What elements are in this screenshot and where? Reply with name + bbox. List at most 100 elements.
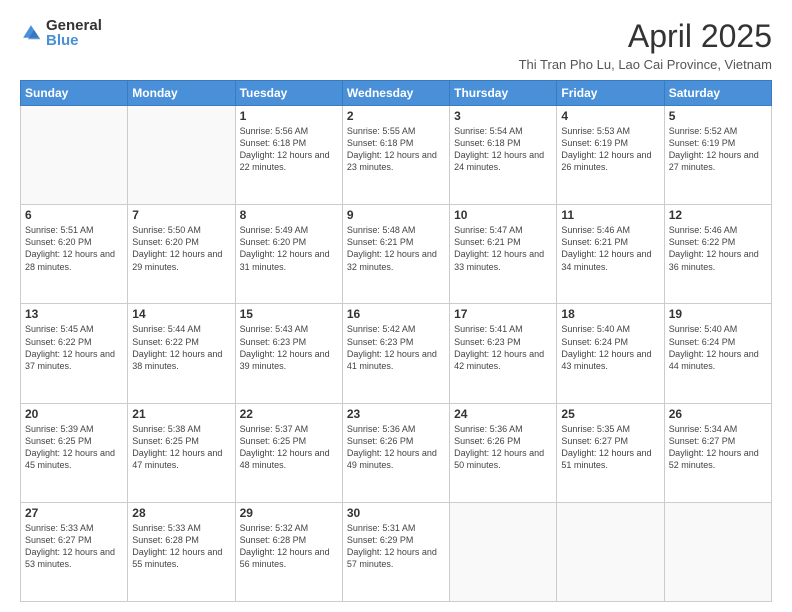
calendar-cell: 20 Sunrise: 5:39 AMSunset: 6:25 PMDayligh… [21,403,128,502]
week-row-3: 13Sunrise: 5:45 AMSunset: 6:22 PMDayligh… [21,304,772,403]
calendar-cell: 15 Sunrise: 5:43 AMSunset: 6:23 PMDayligh… [235,304,342,403]
day-info: Sunrise: 5:43 AMSunset: 6:23 PMDaylight:… [240,323,338,372]
day-number: 14 [132,307,230,321]
calendar-cell: 27Sunrise: 5:33 AMSunset: 6:27 PMDayligh… [21,502,128,601]
calendar-cell: 14 Sunrise: 5:44 AMSunset: 6:22 PMDayligh… [128,304,235,403]
day-info: Sunrise: 5:41 AMSunset: 6:23 PMDaylight:… [454,323,552,372]
day-number: 18 [561,307,659,321]
day-number: 9 [347,208,445,222]
calendar-cell: 21 Sunrise: 5:38 AMSunset: 6:25 PMDayligh… [128,403,235,502]
day-info: Sunrise: 5:33 AMSunset: 6:28 PMDaylight:… [132,522,230,571]
day-number: 30 [347,506,445,520]
day-info: Sunrise: 5:53 AMSunset: 6:19 PMDaylight:… [561,125,659,174]
day-number: 8 [240,208,338,222]
logo-icon [20,22,42,44]
calendar-cell: 10 Sunrise: 5:47 AMSunset: 6:21 PMDayligh… [450,205,557,304]
logo-blue-text: Blue [46,33,102,48]
calendar-cell: 30 Sunrise: 5:31 AMSunset: 6:29 PMDayligh… [342,502,449,601]
day-info: Sunrise: 5:40 AMSunset: 6:24 PMDaylight:… [561,323,659,372]
calendar-cell: 13Sunrise: 5:45 AMSunset: 6:22 PMDayligh… [21,304,128,403]
day-info: Sunrise: 5:40 AMSunset: 6:24 PMDaylight:… [669,323,767,372]
calendar-cell [450,502,557,601]
calendar-header: Sunday Monday Tuesday Wednesday Thursday… [21,81,772,106]
day-info: Sunrise: 5:38 AMSunset: 6:25 PMDaylight:… [132,423,230,472]
calendar-cell: 24 Sunrise: 5:36 AMSunset: 6:26 PMDayligh… [450,403,557,502]
day-info: Sunrise: 5:42 AMSunset: 6:23 PMDaylight:… [347,323,445,372]
calendar-cell: 3Sunrise: 5:54 AMSunset: 6:18 PMDaylight… [450,106,557,205]
day-number: 21 [132,407,230,421]
page: General Blue April 2025 Thi Tran Pho Lu,… [0,0,792,612]
title-area: April 2025 Thi Tran Pho Lu, Lao Cai Prov… [519,18,772,72]
day-info: Sunrise: 5:36 AMSunset: 6:26 PMDaylight:… [454,423,552,472]
calendar-cell: 1Sunrise: 5:56 AMSunset: 6:18 PMDaylight… [235,106,342,205]
calendar-cell [664,502,771,601]
day-info: Sunrise: 5:50 AMSunset: 6:20 PMDaylight:… [132,224,230,273]
day-number: 3 [454,109,552,123]
calendar-cell: 26Sunrise: 5:34 AMSunset: 6:27 PMDayligh… [664,403,771,502]
day-info: Sunrise: 5:39 AMSunset: 6:25 PMDaylight:… [25,423,123,472]
day-number: 29 [240,506,338,520]
day-info: Sunrise: 5:44 AMSunset: 6:22 PMDaylight:… [132,323,230,372]
header-wednesday: Wednesday [342,81,449,106]
header-monday: Monday [128,81,235,106]
day-number: 16 [347,307,445,321]
day-number: 22 [240,407,338,421]
calendar-table: Sunday Monday Tuesday Wednesday Thursday… [20,80,772,602]
calendar-cell: 23 Sunrise: 5:36 AMSunset: 6:26 PMDayligh… [342,403,449,502]
header-sunday: Sunday [21,81,128,106]
day-number: 24 [454,407,552,421]
day-info: Sunrise: 5:35 AMSunset: 6:27 PMDaylight:… [561,423,659,472]
day-info: Sunrise: 5:37 AMSunset: 6:25 PMDaylight:… [240,423,338,472]
day-info: Sunrise: 5:31 AMSunset: 6:29 PMDaylight:… [347,522,445,571]
header-tuesday: Tuesday [235,81,342,106]
week-row-4: 20 Sunrise: 5:39 AMSunset: 6:25 PMDayligh… [21,403,772,502]
day-info: Sunrise: 5:34 AMSunset: 6:27 PMDaylight:… [669,423,767,472]
calendar-cell: 4 Sunrise: 5:53 AMSunset: 6:19 PMDaylight… [557,106,664,205]
day-number: 20 [25,407,123,421]
day-number: 10 [454,208,552,222]
day-info: Sunrise: 5:55 AMSunset: 6:18 PMDaylight:… [347,125,445,174]
logo-general-text: General [46,18,102,33]
calendar-cell: 28 Sunrise: 5:33 AMSunset: 6:28 PMDayligh… [128,502,235,601]
day-number: 7 [132,208,230,222]
day-info: Sunrise: 5:47 AMSunset: 6:21 PMDaylight:… [454,224,552,273]
day-info: Sunrise: 5:36 AMSunset: 6:26 PMDaylight:… [347,423,445,472]
calendar-cell: 2Sunrise: 5:55 AMSunset: 6:18 PMDaylight… [342,106,449,205]
day-info: Sunrise: 5:49 AMSunset: 6:20 PMDaylight:… [240,224,338,273]
day-number: 19 [669,307,767,321]
header: General Blue April 2025 Thi Tran Pho Lu,… [20,18,772,72]
calendar-title: April 2025 [519,18,772,55]
week-row-2: 6Sunrise: 5:51 AMSunset: 6:20 PMDaylight… [21,205,772,304]
calendar-cell [557,502,664,601]
logo: General Blue [20,18,102,48]
day-number: 27 [25,506,123,520]
calendar-cell: 29 Sunrise: 5:32 AMSunset: 6:28 PMDayligh… [235,502,342,601]
day-info: Sunrise: 5:48 AMSunset: 6:21 PMDaylight:… [347,224,445,273]
calendar-cell: 17 Sunrise: 5:41 AMSunset: 6:23 PMDayligh… [450,304,557,403]
day-number: 15 [240,307,338,321]
calendar-cell [21,106,128,205]
calendar-cell: 16 Sunrise: 5:42 AMSunset: 6:23 PMDayligh… [342,304,449,403]
calendar-subtitle: Thi Tran Pho Lu, Lao Cai Province, Vietn… [519,57,772,72]
day-info: Sunrise: 5:52 AMSunset: 6:19 PMDaylight:… [669,125,767,174]
day-number: 11 [561,208,659,222]
header-saturday: Saturday [664,81,771,106]
calendar-cell: 6Sunrise: 5:51 AMSunset: 6:20 PMDaylight… [21,205,128,304]
day-number: 13 [25,307,123,321]
day-number: 12 [669,208,767,222]
calendar-cell: 5Sunrise: 5:52 AMSunset: 6:19 PMDaylight… [664,106,771,205]
day-number: 6 [25,208,123,222]
day-number: 28 [132,506,230,520]
header-thursday: Thursday [450,81,557,106]
calendar-cell: 18 Sunrise: 5:40 AMSunset: 6:24 PMDayligh… [557,304,664,403]
day-info: Sunrise: 5:46 AMSunset: 6:21 PMDaylight:… [561,224,659,273]
calendar-body: 1Sunrise: 5:56 AMSunset: 6:18 PMDaylight… [21,106,772,602]
calendar-cell: 22 Sunrise: 5:37 AMSunset: 6:25 PMDayligh… [235,403,342,502]
day-number: 17 [454,307,552,321]
day-number: 4 [561,109,659,123]
day-info: Sunrise: 5:46 AMSunset: 6:22 PMDaylight:… [669,224,767,273]
header-row: Sunday Monday Tuesday Wednesday Thursday… [21,81,772,106]
calendar-cell: 25Sunrise: 5:35 AMSunset: 6:27 PMDayligh… [557,403,664,502]
day-info: Sunrise: 5:32 AMSunset: 6:28 PMDaylight:… [240,522,338,571]
day-number: 23 [347,407,445,421]
